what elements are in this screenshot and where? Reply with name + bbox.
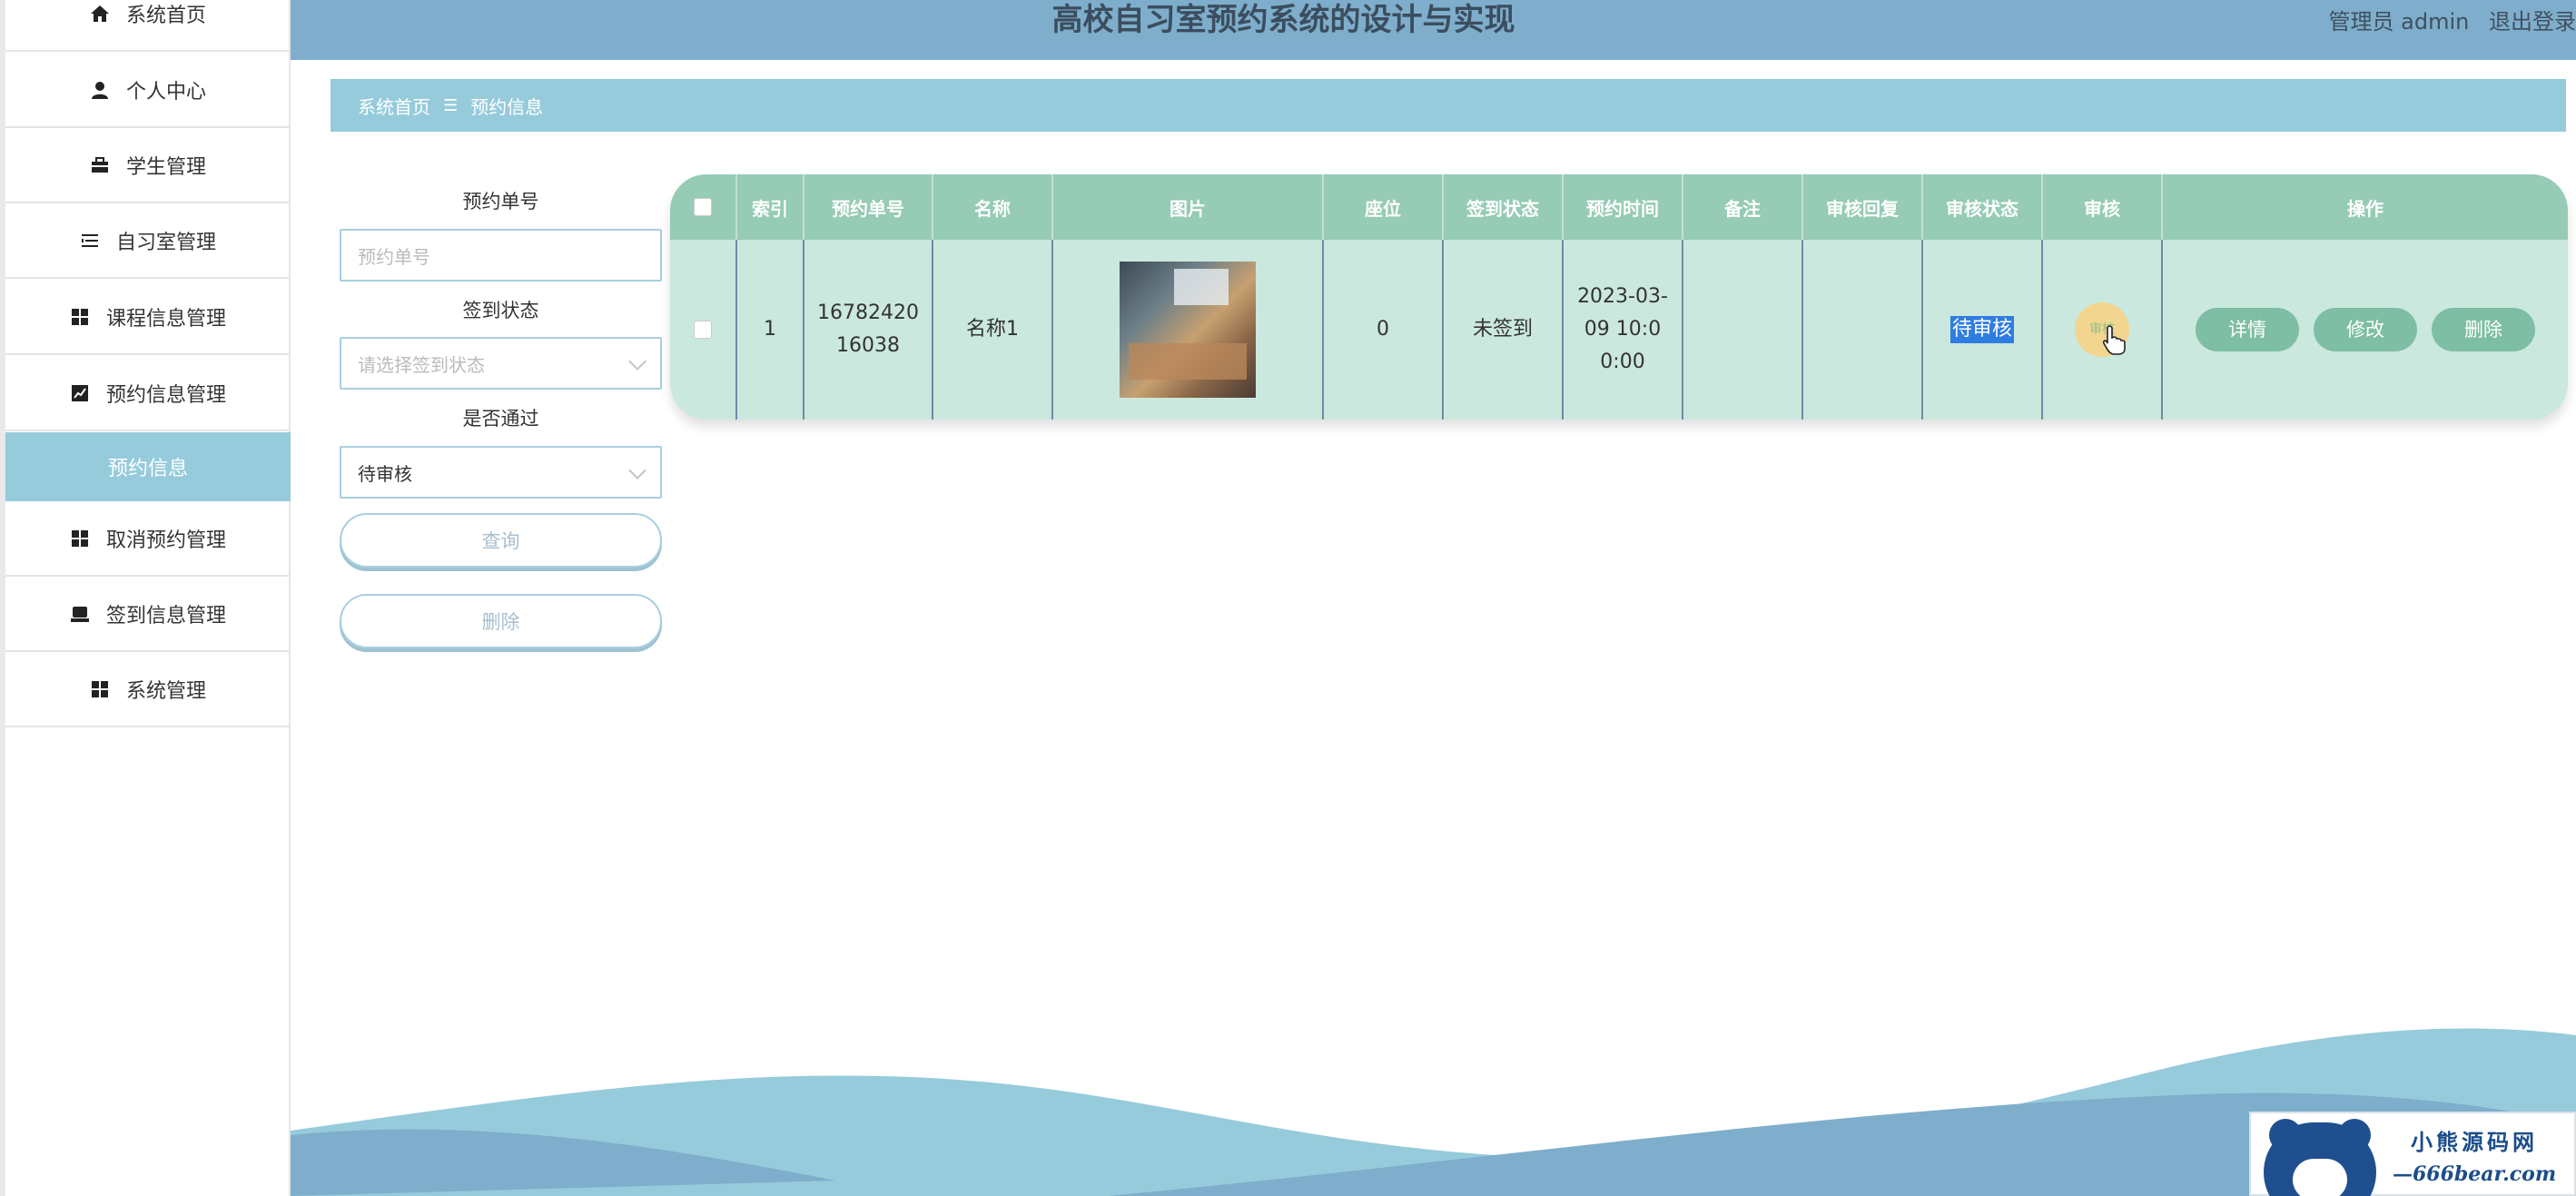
cell-signin-status: 未签到 <box>1444 240 1564 420</box>
cell-seat: 0 <box>1324 240 1444 420</box>
pass-status-value: 待审核 <box>358 462 412 485</box>
top-header: 高校自习室预约系统的设计与实现 管理员 admin 退出登录 <box>291 0 2576 60</box>
reservation-table: 索引 预约单号 名称 图片 座位 签到状态 预约时间 备注 审核回复 审核状态 … <box>670 174 2568 420</box>
chevron-down-icon <box>628 352 646 371</box>
row-select-cell <box>670 240 737 420</box>
query-button[interactable]: 查询 <box>340 513 662 568</box>
order-no-text: 1678242016038 <box>817 301 919 357</box>
sidebar-item-reservations[interactable]: 预约信息管理 <box>5 356 291 431</box>
home-icon <box>90 4 110 24</box>
column-header: 名称 <box>933 174 1053 240</box>
page: 系统首页 个人中心 学生管理 自习室管理 课程信息管理 预约信息管理 预约信息 … <box>0 0 2576 1196</box>
grid-icon <box>70 529 90 549</box>
printer-icon <box>70 604 90 624</box>
column-header: 审核状态 <box>1923 174 2043 240</box>
grid-icon <box>70 307 90 327</box>
page-title: 高校自习室预约系统的设计与实现 <box>1051 2 1515 38</box>
sidebar-item-courses[interactable]: 课程信息管理 <box>5 280 291 355</box>
sidebar-item-cancellations[interactable]: 取消预约管理 <box>5 501 291 577</box>
column-header: 座位 <box>1324 174 1444 240</box>
column-header: 图片 <box>1053 174 1324 240</box>
chart-icon <box>70 383 90 403</box>
sidebar-item-label: 个人中心 <box>125 80 206 104</box>
briefcase-icon <box>90 155 110 175</box>
sidebar-item-label: 预约信息管理 <box>105 383 226 407</box>
sidebar-item-label: 取消预约管理 <box>105 529 226 552</box>
sidebar-item-label: 系统首页 <box>125 4 206 27</box>
cell-name: 名称1 <box>933 240 1053 420</box>
sidebar-item-label: 学生管理 <box>125 155 206 179</box>
sidebar-subitem-reservation-info[interactable]: 预约信息 <box>5 432 291 501</box>
sidebar-item-label: 自习室管理 <box>115 231 216 254</box>
column-header: 审核 <box>2043 174 2163 240</box>
cell-reply <box>1803 240 1923 420</box>
cell-actions: 详情 修改 删除 <box>2163 240 2568 420</box>
sidebar-item-label: 课程信息管理 <box>105 307 226 331</box>
sidebar-item-label: 系统管理 <box>125 679 206 703</box>
column-header: 签到状态 <box>1444 174 1564 240</box>
audit-status-text: 待审核 <box>1949 316 2014 343</box>
cell-time: 2023-03-09 10:00:00 <box>1564 240 1683 420</box>
cell-index: 1 <box>737 240 804 420</box>
sidebar-item-label: 签到信息管理 <box>105 604 226 628</box>
user-area: 管理员 admin 退出登录 <box>2316 4 2576 35</box>
sidebar-item-home[interactable]: 系统首页 <box>5 0 291 52</box>
column-header: 索引 <box>737 174 804 240</box>
cell-order-no: 1678242016038 <box>804 240 933 420</box>
breadcrumb: 系统首页 ☰ 预约信息 <box>331 79 2566 132</box>
column-header: 操作 <box>2347 197 2384 220</box>
sidebar-item-system[interactable]: 系统管理 <box>5 652 291 727</box>
column-header: 备注 <box>1683 174 1803 240</box>
select-all-cell <box>670 174 737 240</box>
decorative-waves <box>291 1028 2576 1196</box>
order-number-label: 预约单号 <box>462 191 539 213</box>
audit-button[interactable]: 审核 <box>2075 302 2129 357</box>
watermark-logo: 小熊源码网 —666bear.com— <box>2249 1112 2576 1196</box>
cell-image <box>1053 240 1324 420</box>
user-icon <box>90 80 110 100</box>
column-header: 预约时间 <box>1564 174 1683 240</box>
cell-remark <box>1683 240 1803 420</box>
column-header: 审核回复 <box>1803 174 1923 240</box>
pass-status-select[interactable]: 待审核 <box>340 446 662 499</box>
grid-icon <box>90 679 110 699</box>
hand-cursor-icon <box>2102 325 2126 355</box>
select-all-checkbox[interactable] <box>694 198 712 216</box>
sidebar-item-signin[interactable]: 签到信息管理 <box>5 577 291 652</box>
order-number-input[interactable]: 预约单号 <box>340 229 662 282</box>
chevron-down-icon <box>628 461 646 479</box>
watermark-title: 小熊源码网 <box>2411 1130 2538 1155</box>
cell-audit: 审核 <box>2043 240 2163 420</box>
watermark-url: —666bear.com— <box>2393 1162 2557 1196</box>
sidebar-item-rooms[interactable]: 自习室管理 <box>5 203 291 279</box>
row-checkbox[interactable] <box>694 321 712 339</box>
user-label: 管理员 admin <box>2328 9 2470 35</box>
edit-button[interactable]: 修改 <box>2314 308 2417 351</box>
breadcrumb-home[interactable]: 系统首页 <box>358 93 430 119</box>
breadcrumb-current: 预约信息 <box>470 95 544 118</box>
delete-button[interactable]: 删除 <box>2432 308 2535 351</box>
sidebar-item-students[interactable]: 学生管理 <box>5 128 291 203</box>
table-header: 索引 预约单号 名称 图片 座位 签到状态 预约时间 备注 审核回复 审核状态 … <box>670 174 2568 240</box>
delete-selected-button[interactable]: 删除 <box>340 594 662 648</box>
bear-logo-icon <box>2264 1119 2376 1196</box>
signin-status-placeholder: 请选择签到状态 <box>358 353 485 376</box>
pass-status-label: 是否通过 <box>462 408 539 430</box>
signin-status-label: 签到状态 <box>462 300 539 321</box>
sidebar: 系统首页 个人中心 学生管理 自习室管理 课程信息管理 预约信息管理 预约信息 … <box>0 0 291 1196</box>
logout-link[interactable]: 退出登录 <box>2489 9 2576 35</box>
sidebar-item-profile[interactable]: 个人中心 <box>5 53 291 128</box>
study-room-photo[interactable] <box>1120 262 1256 398</box>
column-header: 预约单号 <box>804 174 933 240</box>
detail-button[interactable]: 详情 <box>2196 308 2299 351</box>
time-text: 2023-03-09 10:00:00 <box>1577 285 1668 373</box>
breadcrumb-separator-icon: ☰ <box>443 95 459 115</box>
signin-status-select[interactable]: 请选择签到状态 <box>340 337 662 390</box>
sidebar-item-label: 预约信息 <box>107 458 188 480</box>
cell-audit-status: 待审核 <box>1923 240 2043 420</box>
list-icon <box>80 231 100 251</box>
